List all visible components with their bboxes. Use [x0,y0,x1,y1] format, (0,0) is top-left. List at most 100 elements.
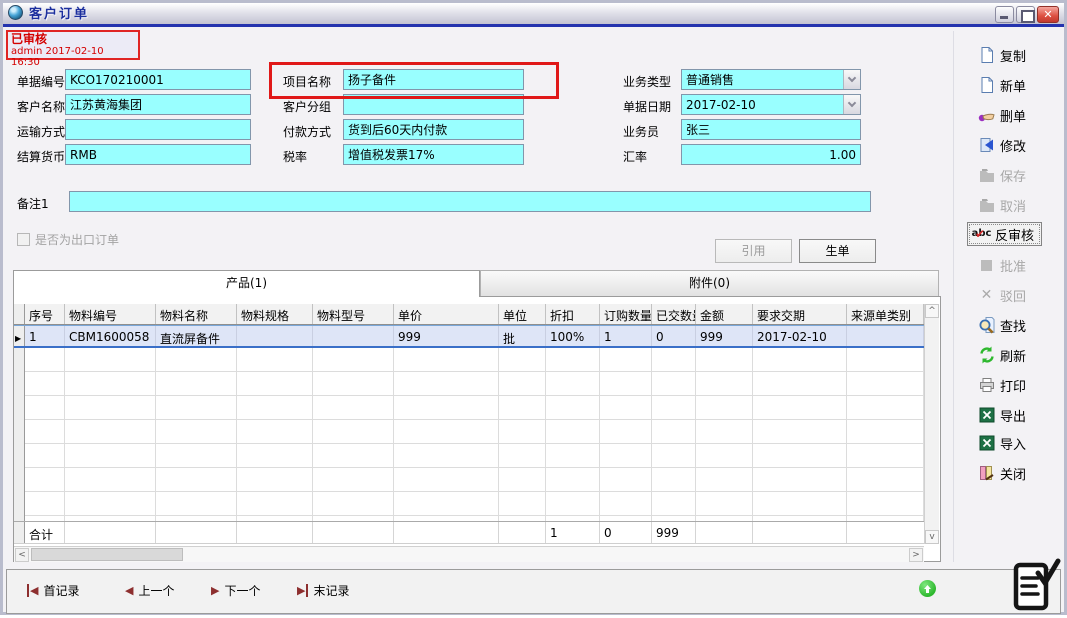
copy-button[interactable]: 复制 [977,43,1026,67]
order-date-value[interactable] [682,95,843,114]
current-row-marker-icon: ▶ [15,334,21,343]
col-header[interactable]: 已交数量 [652,304,696,324]
scroll-right-icon[interactable]: > [909,548,923,562]
vertical-scrollbar[interactable]: ^ v [924,304,939,544]
biz-type-value[interactable] [682,70,843,89]
scrollbar-thumb[interactable] [31,548,183,561]
nav-previous[interactable]: ◀ 上一个 [125,582,174,599]
audit-status-badge: 已审核 admin 2017-02-10 16:30 [6,30,140,60]
total-label: 合计 [25,522,65,543]
title-bar: 客户订单 ✕ [3,3,1064,27]
new-order-button[interactable]: 新单 [977,73,1026,97]
button-label: 保存 [1000,166,1026,185]
close-window-button[interactable]: 关闭 [977,461,1026,485]
table-row[interactable]: ▶ 1 CBM1600058 直流屏备件 999 批 100% 1 0 999 … [14,325,924,348]
reference-button: 引用 [715,239,792,263]
nav-last-record[interactable]: ▶ 末记录 [297,582,349,599]
export-order-checkbox [17,233,30,246]
grid-column-line [696,348,753,521]
reject-button: ✕ 驳回 [977,283,1026,307]
cell [696,522,753,543]
tab-products[interactable]: 产品(1) [13,270,480,297]
col-header[interactable]: 物料编号 [65,304,156,324]
biz-type-combo[interactable] [681,69,861,90]
cust-group-label: 客户分组 [283,98,331,115]
button-label: 查找 [1000,316,1026,335]
search-icon [977,316,996,334]
scroll-left-icon[interactable]: < [15,548,29,562]
generate-order-button[interactable]: 生单 [799,239,876,263]
grid-column-line [65,348,156,521]
biz-type-label: 业务类型 [623,73,671,90]
previous-icon: ◀ [125,584,133,597]
remark1-input[interactable] [69,191,871,212]
grid-column-line [25,348,65,521]
cell: 直流屏备件 [156,326,237,346]
order-no-input[interactable] [65,69,251,90]
maximize-button[interactable] [1016,6,1035,23]
col-header[interactable]: 序号 [25,304,65,324]
col-header[interactable]: 物料规格 [237,304,313,324]
chevron-down-icon [848,99,856,107]
close-icon: ✕ [1043,8,1052,21]
chevron-down-icon [848,74,856,82]
col-header[interactable]: 折扣 [546,304,600,324]
delete-order-button[interactable]: 删单 [977,103,1026,127]
tab-attachments[interactable]: 附件(0) [480,270,939,297]
export-button[interactable]: 导出 [977,403,1026,427]
customer-input[interactable] [65,94,251,115]
scroll-down-icon[interactable]: v [925,530,939,544]
tax-input[interactable] [343,144,524,165]
order-date-dropdown-button[interactable] [843,95,860,114]
unaudit-button[interactable]: abc✔ 反审核 [967,222,1042,246]
save-button: 保存 [977,163,1026,187]
grid-column-line [156,348,237,521]
col-header[interactable]: 要求交期 [753,304,847,324]
grid-column-line [546,348,600,521]
col-header[interactable]: 订购数量 [600,304,652,324]
col-header[interactable]: 单价 [394,304,499,324]
col-header[interactable]: 物料名称 [156,304,237,324]
horizontal-scrollbar[interactable]: < > [14,546,924,562]
print-button[interactable]: 打印 [977,373,1026,397]
refresh-button[interactable]: 刷新 [977,343,1026,367]
nav-next[interactable]: ▶ 下一个 [211,582,260,599]
nav-label: 上一个 [138,582,174,599]
col-header[interactable]: 来源单类别 [847,304,924,324]
order-date-combo[interactable] [681,94,861,115]
modify-button[interactable]: 修改 [977,133,1026,157]
button-label: 反审核 [995,225,1034,244]
window-title: 客户订单 [29,3,89,24]
find-button[interactable]: 查找 [977,313,1026,337]
col-header[interactable]: 金额 [696,304,753,324]
save-folder-icon [977,166,996,184]
salesman-input[interactable] [681,119,861,140]
grid-column-line [652,348,696,521]
nav-label: 下一个 [224,582,260,599]
grid-column-line [753,348,847,521]
last-record-icon: ▶ [297,584,308,597]
row-selector-cell: ▶ [14,326,25,346]
currency-label: 结算货币 [17,148,65,165]
scroll-up-icon[interactable]: ^ [925,304,939,318]
grid-column-line [237,348,313,521]
col-header[interactable]: 单位 [499,304,546,324]
app-globe-icon [8,5,23,20]
close-button[interactable]: ✕ [1037,6,1059,23]
button-label: 驳回 [1000,286,1026,305]
import-button[interactable]: 导入 [977,431,1026,455]
cell [499,522,546,543]
transport-label: 运输方式 [17,123,65,140]
reject-x-icon: ✕ [977,286,996,304]
rate-input[interactable] [681,144,861,165]
transport-input[interactable] [65,119,251,140]
payment-input[interactable] [343,119,524,140]
cell: 999 [394,326,499,346]
col-header[interactable]: 物料型号 [313,304,394,324]
currency-input[interactable] [65,144,251,165]
button-label: 批准 [1000,256,1026,275]
minimize-button[interactable] [995,6,1014,23]
nav-first-record[interactable]: ◀ 首记录 [27,582,79,599]
biz-type-dropdown-button[interactable] [843,70,860,89]
refresh-icon [977,346,996,364]
